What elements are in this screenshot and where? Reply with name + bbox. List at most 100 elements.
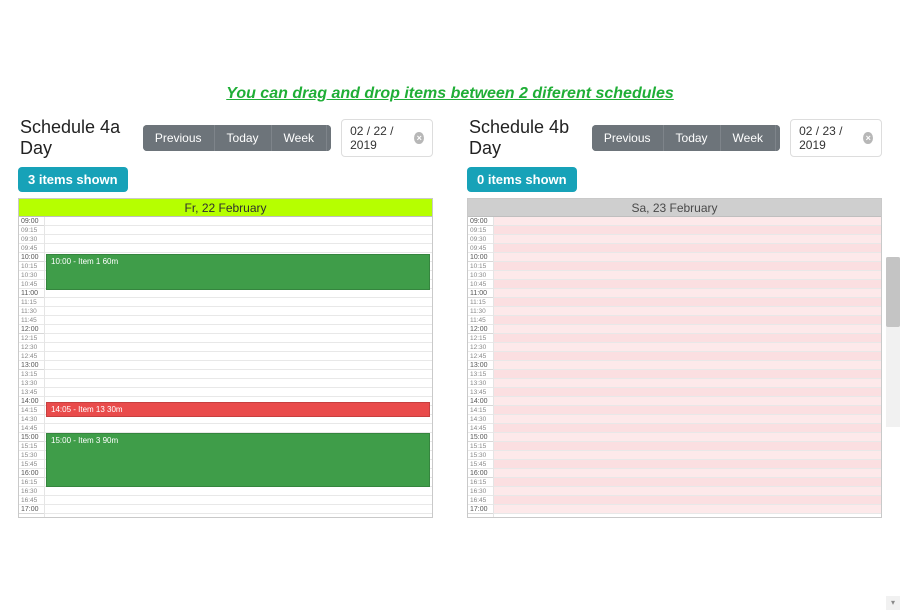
grid-row[interactable] xyxy=(45,244,432,253)
grid-row[interactable] xyxy=(494,307,881,316)
grid-row[interactable] xyxy=(45,496,432,505)
grid-row[interactable] xyxy=(494,406,881,415)
next-button[interactable]: Next xyxy=(775,125,780,151)
grid-row[interactable] xyxy=(45,226,432,235)
calendar-right[interactable]: Sa, 23 February 09:0009:1509:3009:4510:0… xyxy=(467,198,882,518)
grid-row[interactable] xyxy=(45,361,432,370)
day-header-left: Fr, 22 February xyxy=(19,199,432,217)
schedule-right-title: Schedule 4b Day xyxy=(467,117,582,159)
today-button[interactable]: Today xyxy=(214,125,271,151)
grid-row[interactable] xyxy=(494,451,881,460)
grid-row[interactable] xyxy=(494,271,881,280)
date-input-left[interactable]: 02 / 22 / 2019 × xyxy=(341,119,433,157)
time-slot-label: 14:45 xyxy=(19,424,44,433)
grid-row[interactable] xyxy=(494,379,881,388)
grid-row[interactable] xyxy=(494,316,881,325)
calendar-event[interactable]: 15:00 - Item 3 90m xyxy=(46,433,430,487)
grid-row[interactable] xyxy=(494,397,881,406)
page-scrollbar-thumb[interactable] xyxy=(886,257,900,327)
grid-row[interactable] xyxy=(494,334,881,343)
grid-row[interactable] xyxy=(494,388,881,397)
time-slot-label: 11:45 xyxy=(468,316,493,325)
grid-row[interactable] xyxy=(494,469,881,478)
time-slot-label: 09:00 xyxy=(468,217,493,226)
time-slot-label: 14:30 xyxy=(468,415,493,424)
grid-row[interactable] xyxy=(45,388,432,397)
grid-row[interactable] xyxy=(45,379,432,388)
week-button[interactable]: Week xyxy=(720,125,775,151)
time-slot-label: 09:30 xyxy=(468,235,493,244)
grid-row[interactable] xyxy=(45,235,432,244)
grid-row[interactable] xyxy=(494,442,881,451)
prev-button[interactable]: Previous xyxy=(592,125,663,151)
grid-row[interactable] xyxy=(494,343,881,352)
grid-row[interactable] xyxy=(45,370,432,379)
grid-row[interactable] xyxy=(494,415,881,424)
grid-row[interactable] xyxy=(45,505,432,514)
headline-link[interactable]: You can drag and drop items between 2 di… xyxy=(226,85,674,102)
grid-row[interactable] xyxy=(494,361,881,370)
scroll-down-icon[interactable]: ▾ xyxy=(886,596,900,610)
time-slot-label: 11:00 xyxy=(468,289,493,298)
grid-row[interactable] xyxy=(494,433,881,442)
grid-row[interactable] xyxy=(494,424,881,433)
today-button[interactable]: Today xyxy=(663,125,720,151)
grid-row[interactable] xyxy=(494,352,881,361)
time-slot-label: 14:15 xyxy=(19,406,44,415)
next-button[interactable]: Next xyxy=(326,125,331,151)
grid-row[interactable] xyxy=(45,307,432,316)
grid-row[interactable] xyxy=(494,289,881,298)
time-slot-label: 09:45 xyxy=(19,244,44,253)
time-slot-label: 11:45 xyxy=(19,316,44,325)
grid-row[interactable] xyxy=(494,487,881,496)
grid-row[interactable] xyxy=(494,226,881,235)
grid-row[interactable] xyxy=(494,244,881,253)
calendar-event[interactable]: 10:00 - Item 1 60m xyxy=(46,254,430,290)
schedule-right: Schedule 4b Day Previous Today Week Next… xyxy=(467,117,882,518)
time-column-right: 09:0009:1509:3009:4510:0010:1510:3010:45… xyxy=(468,217,494,518)
time-slot-label: 15:15 xyxy=(468,442,493,451)
grid-row[interactable] xyxy=(45,343,432,352)
grid-row[interactable] xyxy=(45,325,432,334)
grid-row[interactable] xyxy=(45,217,432,226)
time-slot-label: 13:00 xyxy=(19,361,44,370)
grid-row[interactable] xyxy=(45,289,432,298)
grid-row[interactable] xyxy=(45,298,432,307)
grid-row[interactable] xyxy=(45,334,432,343)
grid-row[interactable] xyxy=(494,235,881,244)
prev-button[interactable]: Previous xyxy=(143,125,214,151)
time-column-left: 09:0009:1509:3009:4510:0010:1510:3010:45… xyxy=(19,217,45,518)
grid-row[interactable] xyxy=(45,424,432,433)
items-shown-badge-left: 3 items shown xyxy=(18,167,128,192)
time-slot-label: 09:45 xyxy=(468,244,493,253)
grid-row[interactable] xyxy=(45,487,432,496)
grid-row[interactable] xyxy=(45,352,432,361)
grid-row[interactable] xyxy=(494,370,881,379)
time-slot-label: 17:00 xyxy=(468,505,493,514)
calendar-left[interactable]: Fr, 22 February 09:0009:1509:3009:4510:0… xyxy=(18,198,433,518)
time-slot-label: 16:45 xyxy=(19,496,44,505)
clear-date-icon[interactable]: × xyxy=(414,132,424,144)
time-slot-label: 16:15 xyxy=(468,478,493,487)
grid-row[interactable] xyxy=(494,217,881,226)
grid-row[interactable] xyxy=(494,460,881,469)
grid-row[interactable] xyxy=(45,316,432,325)
grid-row[interactable] xyxy=(494,262,881,271)
time-slot-label: 10:45 xyxy=(468,280,493,289)
grid-row[interactable] xyxy=(494,505,881,514)
grid-row[interactable] xyxy=(494,478,881,487)
grid-row[interactable] xyxy=(494,496,881,505)
date-input-right[interactable]: 02 / 23 / 2019 × xyxy=(790,119,882,157)
time-slot-label: 09:15 xyxy=(468,226,493,235)
week-button[interactable]: Week xyxy=(271,125,326,151)
schedule-left-title: Schedule 4a Day xyxy=(18,117,133,159)
time-slot-label: 13:15 xyxy=(468,370,493,379)
grid-row[interactable] xyxy=(494,298,881,307)
grid-row[interactable] xyxy=(494,280,881,289)
clear-date-icon[interactable]: × xyxy=(863,132,873,144)
grid-rows-right[interactable] xyxy=(494,217,881,518)
calendar-event[interactable]: 14:05 - Item 13 30m xyxy=(46,402,430,417)
time-slot-label: 15:00 xyxy=(19,433,44,442)
grid-row[interactable] xyxy=(494,325,881,334)
grid-row[interactable] xyxy=(494,253,881,262)
